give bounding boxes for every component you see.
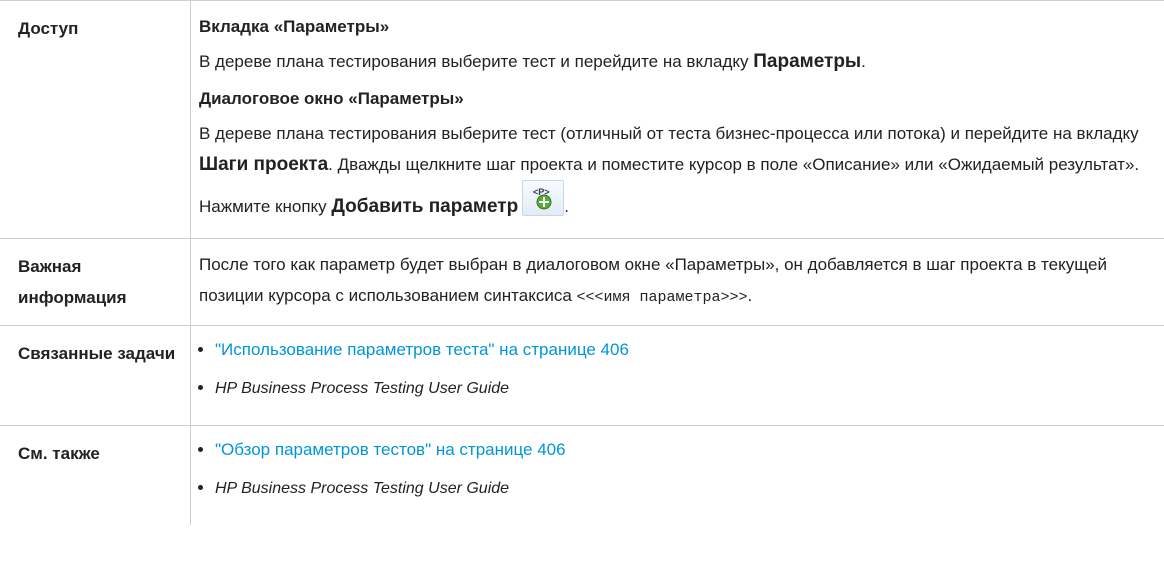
row-see-also: См. также "Обзор параметров тестов" на с… [0,425,1164,526]
row-label-related: Связанные задачи [0,325,191,426]
row-content-important: После того как параметр будет выбран в д… [199,255,1107,306]
guide-title: HP Business Process Testing User Guide [215,480,510,497]
list-item: "Обзор параметров тестов" на странице 40… [215,438,1154,462]
row-related: Связанные задачи "Использование параметр… [0,325,1164,426]
row-content-access: Вкладка «Параметры» В дереве плана тести… [191,1,1164,239]
row-content-related: "Использование параметров теста" на стра… [191,326,1164,426]
row-label-access: Доступ [0,0,191,239]
row-content-see-also: "Обзор параметров тестов" на странице 40… [191,426,1164,526]
guide-title: HP Business Process Testing User Guide [215,380,510,397]
tab-heading: Вкладка «Параметры» [199,17,390,36]
add-parameter-icon[interactable]: <P> [522,180,565,216]
row-label-see-also: См. также [0,425,191,525]
dialog-heading: Диалоговое окно «Параметры» [199,89,464,108]
add-parameter-label: Добавить параметр [331,196,519,217]
info-table: Доступ Вкладка «Параметры» В дереве план… [0,0,1164,525]
row-important: Важная информация После того как парамет… [0,238,1164,326]
related-list: "Использование параметров теста" на стра… [199,338,1154,401]
parameter-syntax: <<<имя параметра>>> [576,289,748,306]
related-link[interactable]: "Использование параметров теста" на стра… [215,340,629,359]
tab-instructions: В дереве плана тестирования выберите тес… [199,51,866,72]
row-label-important: Важная информация [0,238,191,326]
list-item: "Использование параметров теста" на стра… [215,338,1154,362]
list-item: HP Business Process Testing User Guide [215,376,1154,401]
steps-tab-name: Шаги проекта [199,154,329,175]
list-item: HP Business Process Testing User Guide [215,476,1154,501]
see-also-link[interactable]: "Обзор параметров тестов" на странице 40… [215,440,566,459]
tab-name: Параметры [753,51,862,72]
see-also-list: "Обзор параметров тестов" на странице 40… [199,438,1154,501]
dialog-instructions: В дереве плана тестирования выберите тес… [199,124,1140,217]
row-access: Доступ Вкладка «Параметры» В дереве план… [0,0,1164,239]
